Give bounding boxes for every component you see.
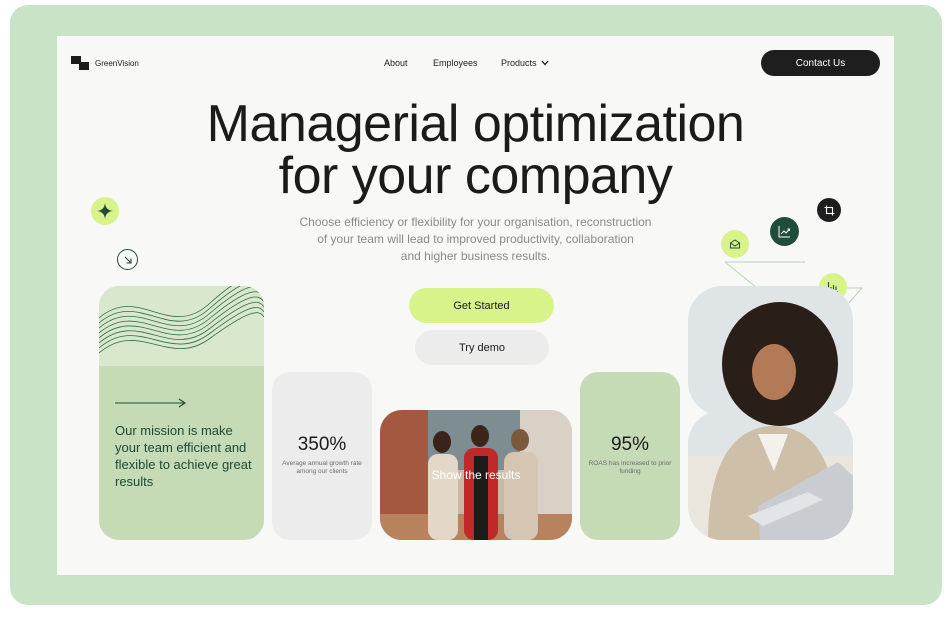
mail-badge	[721, 230, 749, 258]
stat-roas-value: 95%	[610, 434, 650, 455]
hero-subtitle-line2: of your team will lead to improved produ…	[317, 232, 634, 246]
stat-card-roas: 95% ROAS has increased to prior funding	[580, 372, 680, 540]
nav-products[interactable]: Products	[501, 58, 549, 68]
hero-title-line2: for your company	[278, 147, 673, 205]
mission-card[interactable]: Our mission is make your team efficient …	[99, 286, 264, 540]
logo-icon	[71, 56, 89, 70]
nav-about[interactable]: About	[384, 58, 408, 68]
get-started-button[interactable]: Get Started	[409, 288, 554, 323]
brand-logo[interactable]: GreenVision	[71, 56, 139, 70]
stat-card-growth: 350% Average annual growth rate among ou…	[272, 372, 372, 540]
nav-products-label[interactable]: Products	[501, 58, 537, 68]
woman-laptop-photo	[688, 286, 853, 540]
nav-employees[interactable]: Employees	[433, 58, 478, 68]
hero-subtitle-line1: Choose efficiency or flexibility for you…	[299, 215, 652, 229]
mail-icon	[730, 239, 740, 249]
chevron-down-icon	[541, 60, 549, 66]
stat-growth-desc: Average annual growth rate among our cli…	[282, 460, 362, 475]
chart-line-icon	[778, 226, 790, 238]
try-demo-button[interactable]: Try demo	[415, 330, 549, 365]
contact-us-button[interactable]: Contact Us	[761, 50, 880, 76]
nav-employees-label[interactable]: Employees	[433, 58, 478, 68]
hero-title-line1: Managerial optimization	[206, 95, 745, 153]
arrow-right-icon	[115, 398, 186, 408]
hero-subtitle: Choose efficiency or flexibility for you…	[257, 214, 694, 265]
stat-growth-value: 350%	[297, 434, 347, 455]
brand-name: GreenVision	[95, 58, 139, 68]
sparkle-badge	[91, 197, 119, 225]
wave-pattern	[99, 286, 264, 366]
landing-page: GreenVision About Employees Products Con…	[57, 36, 894, 575]
woman-photo	[688, 286, 853, 540]
stat-roas-desc: ROAS has increased to prior funding	[588, 460, 672, 475]
team-photo-card[interactable]: Show the results	[380, 410, 572, 540]
arrow-badge[interactable]	[117, 249, 138, 270]
nav-about-label[interactable]: About	[384, 58, 408, 68]
arrow-down-right-icon	[124, 256, 132, 264]
mission-text: Our mission is make your team efficient …	[115, 423, 252, 489]
team-caption: Show the results	[431, 468, 521, 482]
crop-icon	[824, 205, 834, 215]
hero-subtitle-line3: and higher business results.	[400, 249, 551, 263]
chart-line-badge	[770, 217, 799, 246]
sparkle-icon	[97, 203, 113, 219]
crop-badge	[817, 198, 841, 222]
